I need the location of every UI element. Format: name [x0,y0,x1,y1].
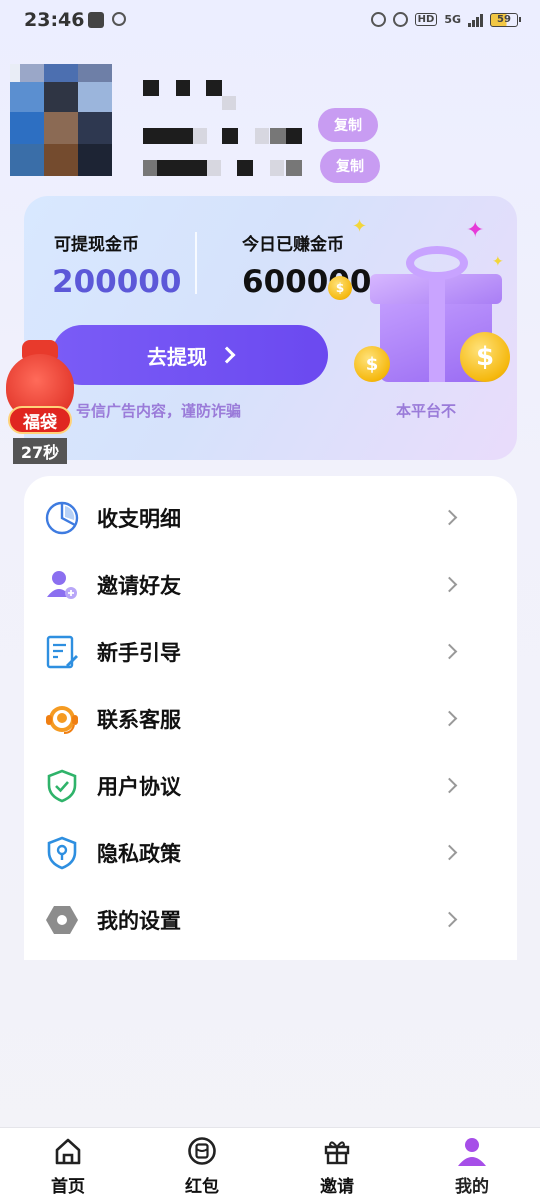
bottom-nav: 首页 红包 邀请 我的 [0,1127,540,1204]
red-packet-icon [188,1137,216,1165]
menu-item-label: 隐私政策 [97,841,181,866]
notice-marquee-text: 号信广告内容，谨防诈骗 [76,402,242,420]
menu-item-invite-friends[interactable]: 邀请好友 [24,551,517,618]
battery-icon: 59 [490,12,521,27]
lucky-bag-timer: 27秒 [13,438,67,464]
coin-icon: $ [354,346,390,382]
nav-item-invite[interactable]: 邀请 [297,1136,377,1200]
today-earned-label: 今日已赚金币 [242,235,344,255]
nav-item-red-packet[interactable]: 红包 [162,1136,242,1200]
sparkle-icon: ✦ [466,218,485,243]
menu-item-label: 新手引导 [97,640,181,665]
copy-id-button[interactable]: 复制 [318,108,378,142]
notice-marquee-text: 本平台不 [396,402,457,420]
chevron-right-icon [441,643,458,660]
chevron-right-icon [441,777,458,794]
add-user-icon [47,570,77,599]
shield-check-icon [47,769,77,802]
signal-icon [468,13,483,27]
mute-icon [392,12,408,27]
coin-icon: $ [328,276,352,300]
withdrawable-label: 可提现金币 [54,235,139,255]
coin-card: 可提现金币 200000 今日已赚金币 600000 $ $ $ ✦ ✦ ✦ 去… [24,196,517,460]
gift-illustration: $ $ $ ✦ ✦ ✦ [328,216,517,392]
nav-label: 首页 [51,1177,85,1197]
message-icon [88,12,104,28]
settings-hexagon-icon [46,905,78,934]
nav-item-home[interactable]: 首页 [28,1136,108,1200]
nav-label: 红包 [185,1177,219,1197]
privacy-shield-icon [47,836,77,869]
gift-icon [324,1141,350,1165]
pie-chart-icon [45,501,79,534]
menu-item-income-expense[interactable]: 收支明细 [24,484,517,551]
menu-item-label: 用户协议 [97,774,181,799]
alarm-icon [370,12,386,27]
hotspot-icon [112,12,126,26]
withdraw-button[interactable]: 去提现 [52,325,328,385]
menu-item-my-settings[interactable]: 我的设置 [24,886,517,953]
chevron-right-icon [441,509,458,526]
hd-icon: HD [414,13,438,26]
menu-item-user-agreement[interactable]: 用户协议 [24,752,517,819]
chevron-right-icon [441,911,458,928]
status-bar: 23:46 HD 5G 59 [0,0,540,42]
status-time: 23:46 [24,9,85,31]
user-icon [458,1138,486,1166]
status-system-icons: HD 5G 59 [370,12,521,27]
nav-label: 我的 [455,1177,489,1197]
menu-item-label: 收支明细 [97,506,181,531]
nav-label: 邀请 [320,1177,354,1197]
menu-list: 收支明细 邀请好友 新手引导 联系客服 用户协议 隐私政策 我的设置 [24,476,517,960]
sparkle-icon: ✦ [492,254,504,270]
chevron-right-icon [441,576,458,593]
menu-item-label: 邀请好友 [97,573,181,598]
headset-icon [46,705,78,734]
sparkle-icon: ✦ [352,216,368,237]
lucky-bag-label: 福袋 [8,406,72,434]
lucky-bag-widget[interactable]: 福袋 27秒 [4,340,76,468]
guide-document-icon [46,635,78,668]
menu-item-customer-service[interactable]: 联系客服 [24,685,517,752]
menu-item-label: 我的设置 [97,908,181,933]
network-label: 5G [444,13,461,26]
home-icon [55,1138,81,1165]
menu-item-privacy-policy[interactable]: 隐私政策 [24,819,517,886]
copy-invite-code-button[interactable]: 复制 [320,149,380,183]
menu-item-beginner-guide[interactable]: 新手引导 [24,618,517,685]
withdraw-button-label: 去提现 [147,344,207,369]
status-notification-icons [88,12,126,28]
nav-item-mine[interactable]: 我的 [432,1136,512,1200]
chevron-right-icon [218,346,236,364]
avatar[interactable] [10,64,112,176]
coin-divider [195,232,197,294]
withdrawable-value: 200000 [52,264,182,300]
menu-item-label: 联系客服 [97,707,181,732]
chevron-right-icon [441,710,458,727]
chevron-right-icon [441,844,458,861]
coin-icon: $ [460,332,510,382]
